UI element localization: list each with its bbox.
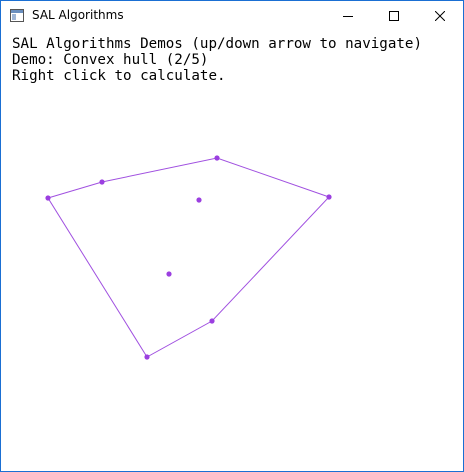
hull-drawing — [45, 155, 332, 360]
hull-point — [45, 195, 51, 201]
app-window: SAL Algorithms SAL Algorithms Demos (up/… — [0, 0, 464, 472]
title-bar[interactable]: SAL Algorithms — [1, 1, 463, 32]
convex-hull-polygon — [47, 157, 330, 358]
hull-point — [209, 318, 215, 324]
hull-point — [326, 194, 332, 200]
hull-point — [144, 354, 150, 360]
window-title: SAL Algorithms — [32, 8, 124, 22]
minimize-icon — [343, 8, 353, 26]
hull-point — [99, 179, 105, 185]
close-icon — [434, 8, 446, 26]
demo-canvas-area[interactable]: SAL Algorithms Demos (up/down arrow to n… — [1, 32, 463, 471]
close-button[interactable] — [417, 1, 463, 32]
interior-point — [166, 271, 172, 277]
maximize-icon — [389, 8, 399, 26]
interior-point — [196, 197, 202, 203]
hull-point — [214, 155, 220, 161]
minimize-button[interactable] — [325, 1, 371, 32]
maximize-button[interactable] — [371, 1, 417, 32]
app-window-icon — [10, 9, 24, 22]
